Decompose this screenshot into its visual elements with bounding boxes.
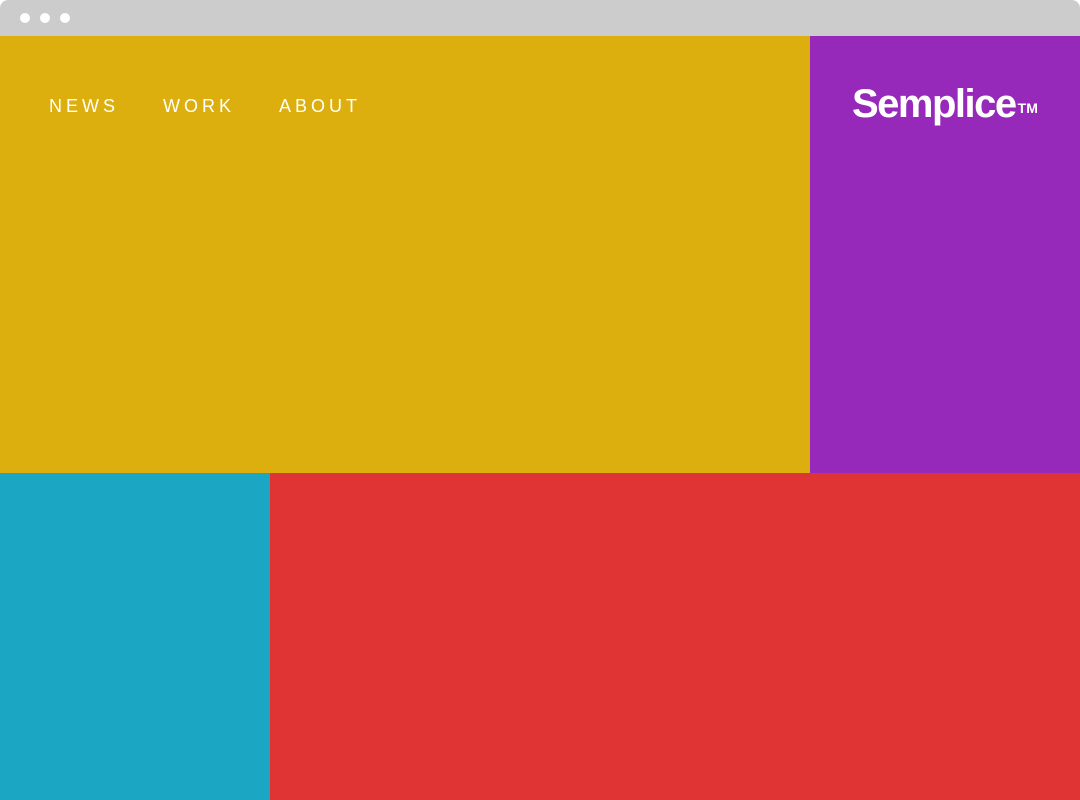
logo-wordmark: Semplice — [852, 82, 1017, 126]
browser-window: NEWS WORK ABOUT Semplice TM — [0, 0, 1080, 800]
nav-link-work[interactable]: WORK — [163, 96, 235, 116]
semplice-logo[interactable]: Semplice TM — [852, 80, 1038, 128]
blue-panel — [0, 473, 270, 800]
nav-link-about[interactable]: ABOUT — [279, 96, 361, 116]
browser-titlebar — [0, 0, 1080, 36]
red-panel — [270, 473, 1080, 800]
nav-link-news[interactable]: NEWS — [49, 96, 119, 116]
main-navigation: NEWS WORK ABOUT — [49, 96, 361, 116]
window-control-dot[interactable] — [60, 13, 70, 23]
trademark-symbol: TM — [1017, 100, 1038, 116]
window-control-dot[interactable] — [40, 13, 50, 23]
window-control-dot[interactable] — [20, 13, 30, 23]
